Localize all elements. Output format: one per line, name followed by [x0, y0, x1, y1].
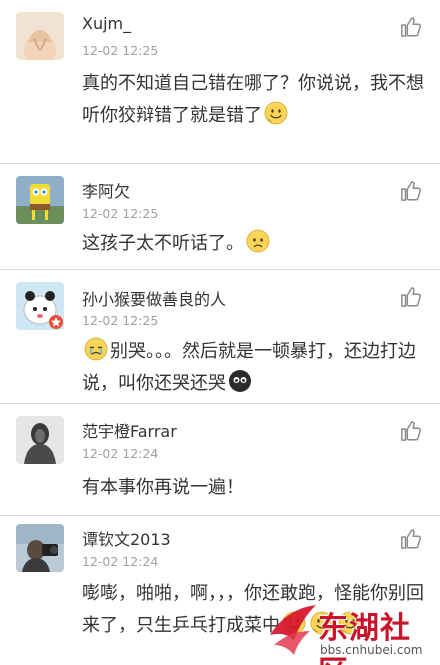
cry-emoji — [84, 337, 108, 361]
site-logo-icon — [270, 605, 316, 655]
timestamp: 12-02 12:24 — [82, 554, 159, 569]
avatar[interactable] — [16, 282, 64, 330]
comment-text: 别哭。。。然后就是一顿暴打，还边打边说，叫你还哭还哭 — [82, 336, 428, 400]
username[interactable]: 李阿欠 — [82, 178, 130, 202]
sad-emoji — [246, 229, 270, 253]
avatar[interactable] — [16, 524, 64, 572]
username[interactable]: Xujm_ — [82, 14, 131, 33]
like-icon[interactable] — [400, 286, 422, 308]
smile-emoji — [264, 101, 288, 125]
comment-body: 这孩子太不听话了。 — [82, 233, 244, 254]
watermark-url: bbs.cnhubei.com — [320, 643, 423, 657]
dark-face-emoji — [228, 369, 252, 393]
like-icon[interactable] — [400, 528, 422, 550]
username[interactable]: 范宇橙Farrar — [82, 418, 177, 442]
comment-body: 有本事你再说一遍！ — [82, 477, 244, 498]
like-icon[interactable] — [400, 420, 422, 442]
comment-item: 孙小猴要做善良的人 12-02 12:25 别哭。。。然后就是一顿暴打，还边打边… — [0, 270, 440, 404]
comment-text: 有本事你再说一遍！ — [82, 472, 428, 504]
timestamp: 12-02 12:25 — [82, 313, 159, 328]
comment-text: 这孩子太不听话了。 — [82, 228, 428, 260]
like-icon[interactable] — [400, 16, 422, 38]
like-icon[interactable] — [400, 180, 422, 202]
avatar[interactable] — [16, 176, 64, 224]
username[interactable]: 孙小猴要做善良的人 — [82, 286, 226, 310]
timestamp: 12-02 12:25 — [82, 206, 159, 221]
comment-item: Xujm_ 12-02 12:25 真的不知道自己错在哪了？你说说，我不想听你狡… — [0, 0, 440, 164]
comment-item: 李阿欠 12-02 12:25 这孩子太不听话了。 — [0, 164, 440, 270]
timestamp: 12-02 12:25 — [82, 43, 159, 58]
comment-item: 范宇橙Farrar 12-02 12:24 有本事你再说一遍！ — [0, 404, 440, 516]
site-watermark: 东湖社区 bbs.cnhubei.com — [264, 601, 434, 665]
comment-text: 真的不知道自己错在哪了？你说说，我不想听你狡辩错了就是错了 — [82, 68, 428, 132]
avatar[interactable] — [16, 416, 64, 464]
timestamp: 12-02 12:24 — [82, 446, 159, 461]
comment-body: 真的不知道自己错在哪了？你说说，我不想听你狡辩错了就是错了 — [82, 73, 424, 126]
username[interactable]: 谭钦文2013 — [82, 526, 171, 550]
avatar[interactable] — [16, 12, 64, 60]
